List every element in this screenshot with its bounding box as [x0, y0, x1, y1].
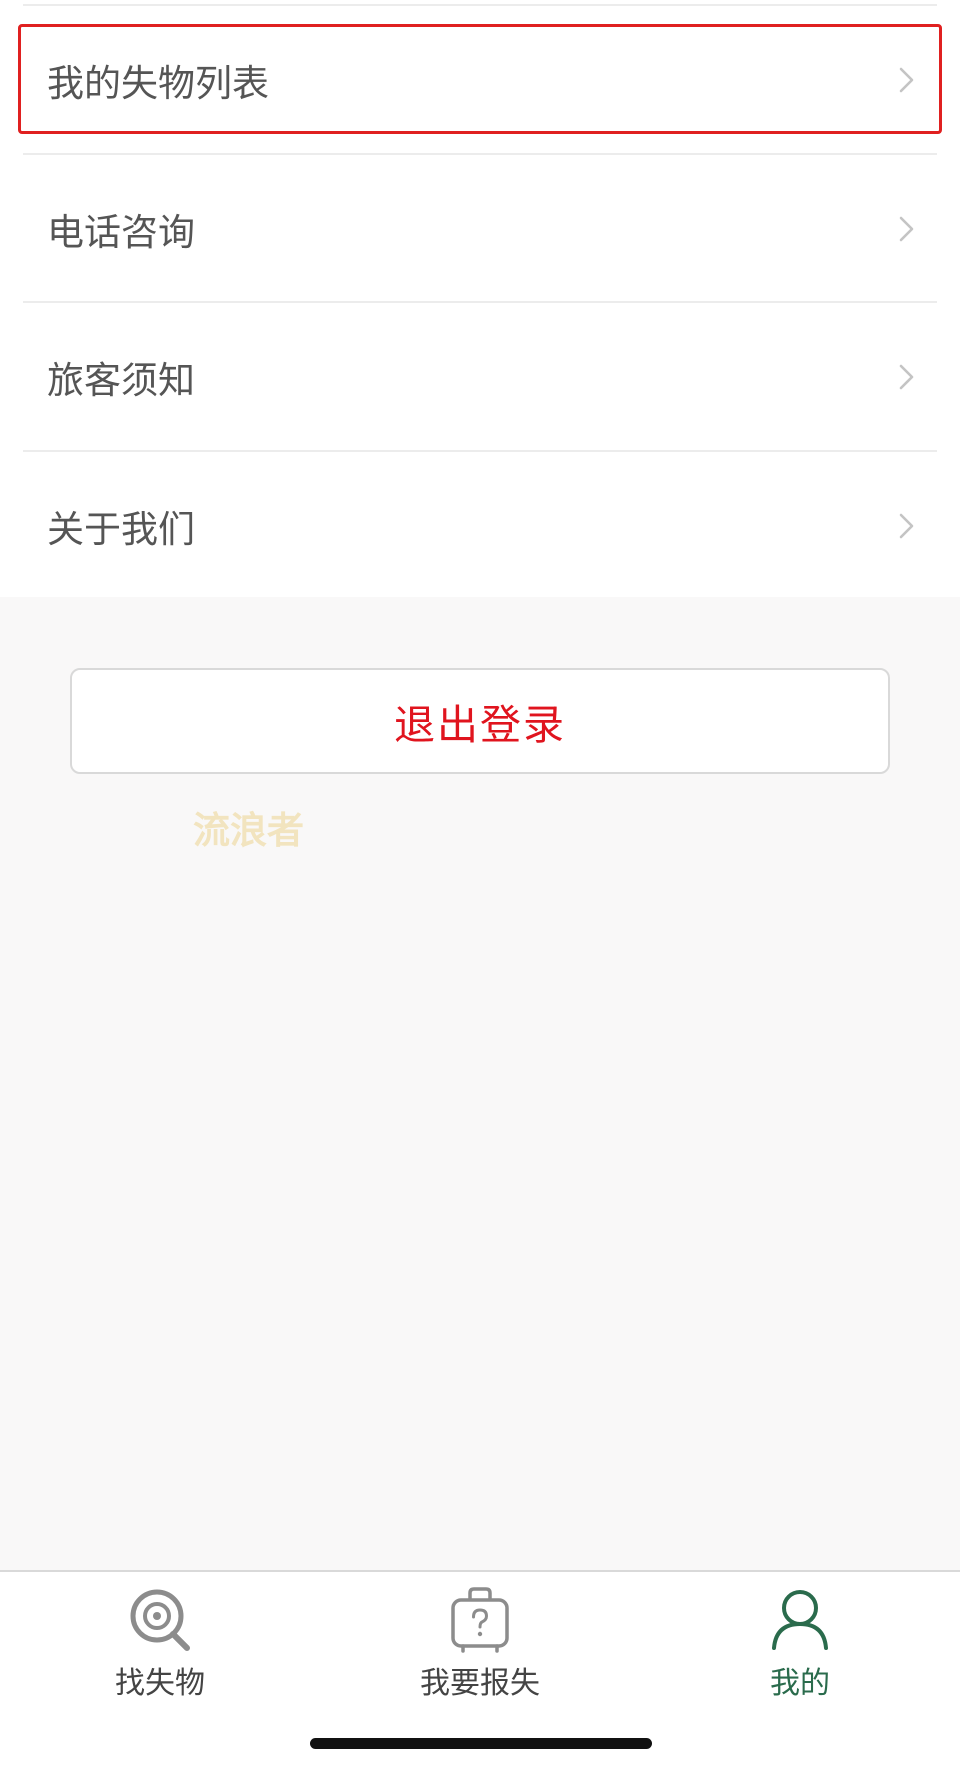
chevron-right-icon: [899, 364, 914, 390]
menu-item-label: 我的失物列表: [47, 62, 269, 105]
home-indicator[interactable]: [310, 1738, 652, 1749]
tab-label: 找失物: [115, 1666, 205, 1701]
tab-find-lost[interactable]: 找失物: [0, 1572, 320, 1732]
menu-item-phone-consult[interactable]: 电话咨询: [23, 155, 937, 303]
logout-button-label: 退出登录: [394, 701, 566, 749]
menu-item-my-lost-items[interactable]: 我的失物列表: [23, 6, 937, 154]
chevron-right-icon: [899, 216, 914, 242]
chevron-right-icon: [899, 67, 914, 93]
search-lost-icon: [130, 1589, 190, 1651]
menu-item-label: 电话咨询: [47, 211, 195, 254]
menu-item-passenger-notice[interactable]: 旅客须知: [23, 303, 937, 451]
watermark: 流浪者: [193, 809, 304, 852]
menu-item-about-us[interactable]: 关于我们: [23, 452, 937, 600]
logout-button[interactable]: 退出登录: [70, 668, 890, 774]
menu-item-label: 关于我们: [47, 508, 195, 551]
menu-item-label: 旅客须知: [47, 359, 195, 402]
tab-label: 我的: [770, 1666, 830, 1701]
user-icon: [772, 1590, 828, 1650]
tab-label: 我要报失: [420, 1666, 540, 1701]
menu-section: 我的失物列表 电话咨询 旅客须知 关于我们: [0, 0, 960, 597]
chevron-right-icon: [899, 513, 914, 539]
tab-mine[interactable]: 我的: [640, 1572, 960, 1732]
luggage-question-icon: [451, 1587, 509, 1653]
tab-report-lost[interactable]: 我要报失: [320, 1572, 640, 1732]
